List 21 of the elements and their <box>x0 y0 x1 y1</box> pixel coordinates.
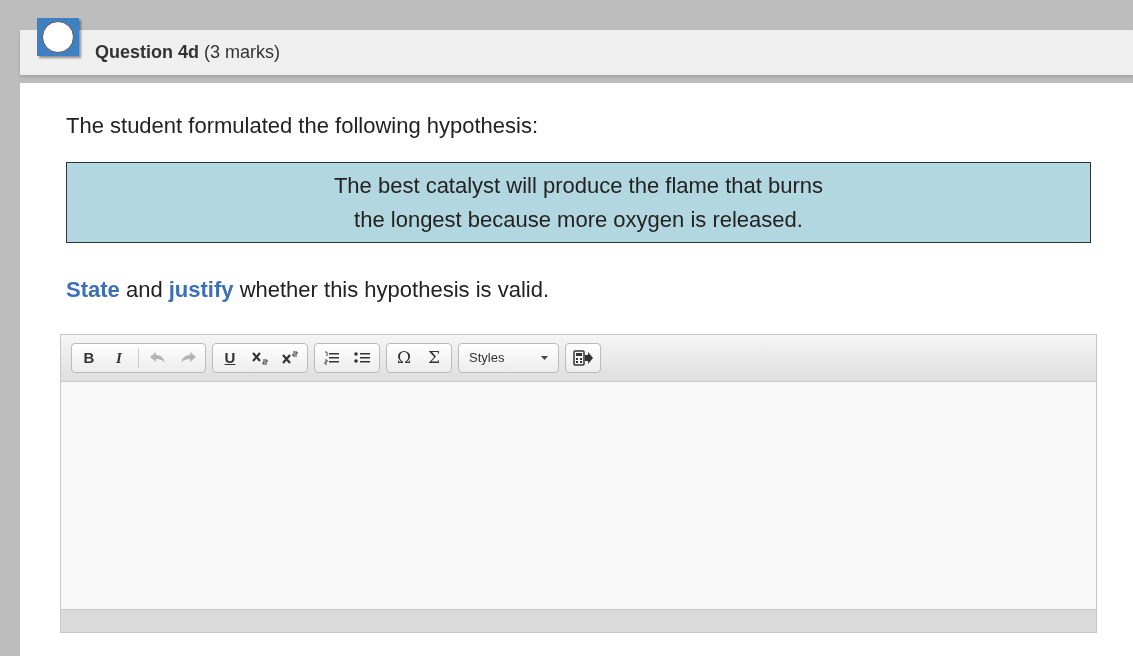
toolbar-button[interactable]: Σ <box>419 345 449 371</box>
calculator-icon <box>573 350 593 366</box>
redo-icon <box>180 352 196 364</box>
numbered-list-icon <box>324 351 340 365</box>
question-icon <box>37 18 79 56</box>
bullet-list-icon <box>354 351 370 365</box>
subscript-icon <box>252 351 268 365</box>
toolbar-button[interactable]: U <box>215 345 245 371</box>
undo-icon <box>150 352 166 364</box>
toolbar-button[interactable]: I <box>104 345 134 371</box>
prompt-text: State and justify whether this hypothesis is valid. <box>66 276 551 304</box>
caret-icon <box>541 356 548 360</box>
hypothesis-text: The best catalyst will produce the flame that burns <box>333 171 824 200</box>
rich-text-editor[interactable]: B I U Ω Σ Styles <box>60 334 1097 633</box>
hypothesis-text: the longest because more oxygen is released. <box>354 205 803 234</box>
toolbar-button[interactable]: Ω <box>389 345 419 371</box>
styles-dropdown[interactable]: Styles <box>458 343 559 373</box>
toolbar-button[interactable]: B <box>74 345 104 371</box>
intro-text: The student formulated the following hypothesis: <box>66 112 540 140</box>
superscript-icon <box>282 351 298 365</box>
question-title: Question 4d (3 marks) <box>95 41 280 64</box>
